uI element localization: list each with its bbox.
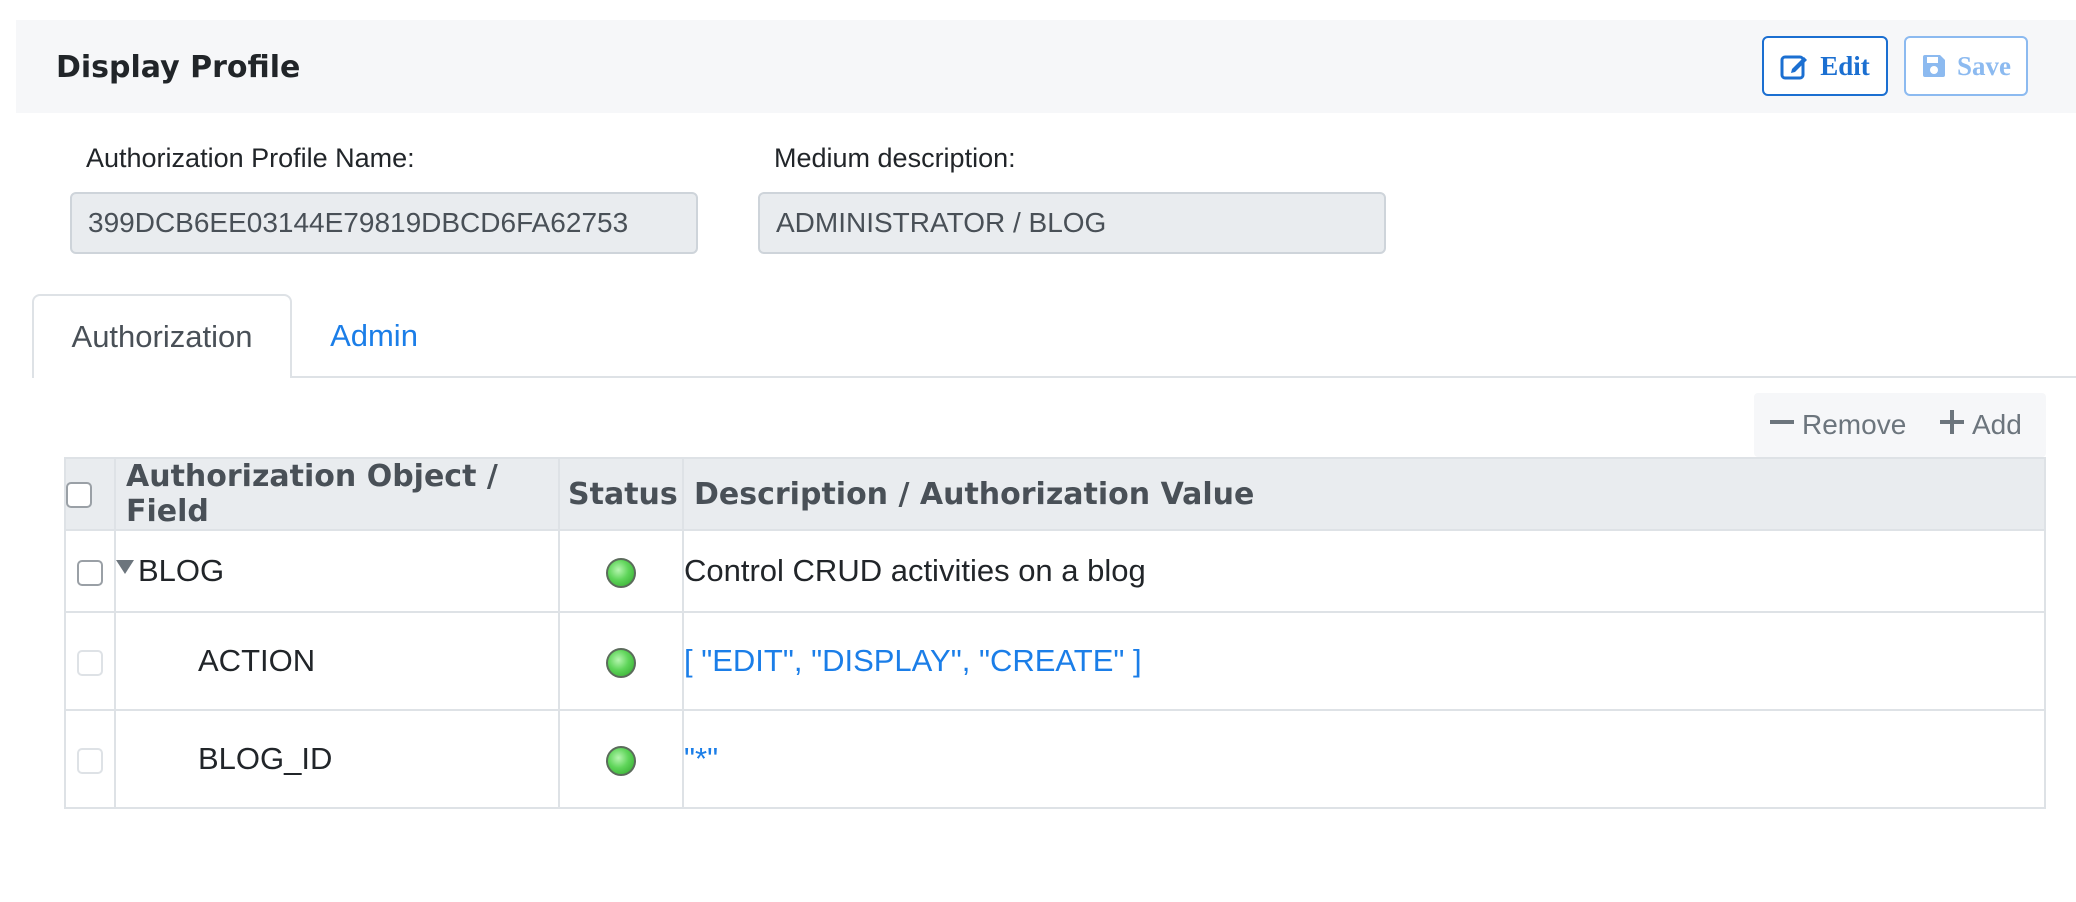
remove-button-label: Remove <box>1802 409 1907 440</box>
row-select-cell <box>64 529 116 613</box>
column-header-status: Status <box>558 457 684 531</box>
profile-name-label: Authorization Profile Name: <box>86 143 415 173</box>
table-row: BLOG_ID "*" <box>64 709 2046 809</box>
select-all-checkbox[interactable] <box>66 482 92 508</box>
status-light-icon <box>606 647 636 678</box>
status-cell <box>558 611 684 711</box>
row-select-cell <box>64 709 116 809</box>
tab-admin[interactable]: Admin <box>300 294 448 378</box>
row-select-cell <box>64 611 116 711</box>
row-checkbox[interactable] <box>77 559 103 586</box>
save-button[interactable]: Save <box>1904 36 2028 96</box>
column-header-description: Description / Authorization Value <box>682 457 2046 531</box>
page-header: Display Profile Edit Save <box>16 20 2076 113</box>
authorization-value-link[interactable]: [ "EDIT", "DISPLAY", "CREATE" ] <box>682 611 2046 711</box>
add-button-label: Add <box>1972 409 2022 440</box>
status-cell <box>558 529 684 613</box>
caret-down-icon[interactable] <box>116 559 134 574</box>
field-name: ACTION <box>114 611 560 711</box>
object-cell: BLOG <box>114 529 560 613</box>
column-header-object: Authorization Object / Field <box>114 457 560 531</box>
pencil-square-icon <box>1780 52 1810 80</box>
table-header-row: Authorization Object / Field Status Desc… <box>64 457 2046 531</box>
table-toolbar: Remove Add <box>1754 393 2046 457</box>
status-light-icon <box>606 745 636 776</box>
row-checkbox[interactable] <box>77 747 103 774</box>
add-button[interactable]: Add <box>1940 393 2022 457</box>
medium-description-field[interactable] <box>758 192 1386 254</box>
authorization-table: Authorization Object / Field Status Desc… <box>64 457 2046 809</box>
status-cell <box>558 709 684 809</box>
edit-button-label: Edit <box>1820 50 1870 81</box>
remove-button[interactable]: Remove <box>1770 393 1906 457</box>
description-cell: Control CRUD activities on a blog <box>682 529 2046 613</box>
minus-icon <box>1770 409 1794 441</box>
plus-icon <box>1940 409 1964 441</box>
object-name: BLOG <box>138 553 225 588</box>
floppy-disk-icon <box>1921 53 1947 79</box>
save-button-label: Save <box>1957 50 2011 81</box>
table-row: ACTION [ "EDIT", "DISPLAY", "CREATE" ] <box>64 611 2046 711</box>
field-name: BLOG_ID <box>114 709 560 809</box>
tab-authorization[interactable]: Authorization <box>32 294 292 378</box>
status-light-icon <box>606 557 636 588</box>
profile-name-field[interactable] <box>70 192 698 254</box>
medium-description-label: Medium description: <box>774 143 1016 173</box>
authorization-value-link[interactable]: "*" <box>682 709 2046 809</box>
page-title: Display Profile <box>56 50 301 85</box>
select-all-cell <box>64 457 116 531</box>
table-row: BLOG Control CRUD activities on a blog <box>64 529 2046 613</box>
row-checkbox[interactable] <box>77 649 103 676</box>
edit-button[interactable]: Edit <box>1762 36 1888 96</box>
